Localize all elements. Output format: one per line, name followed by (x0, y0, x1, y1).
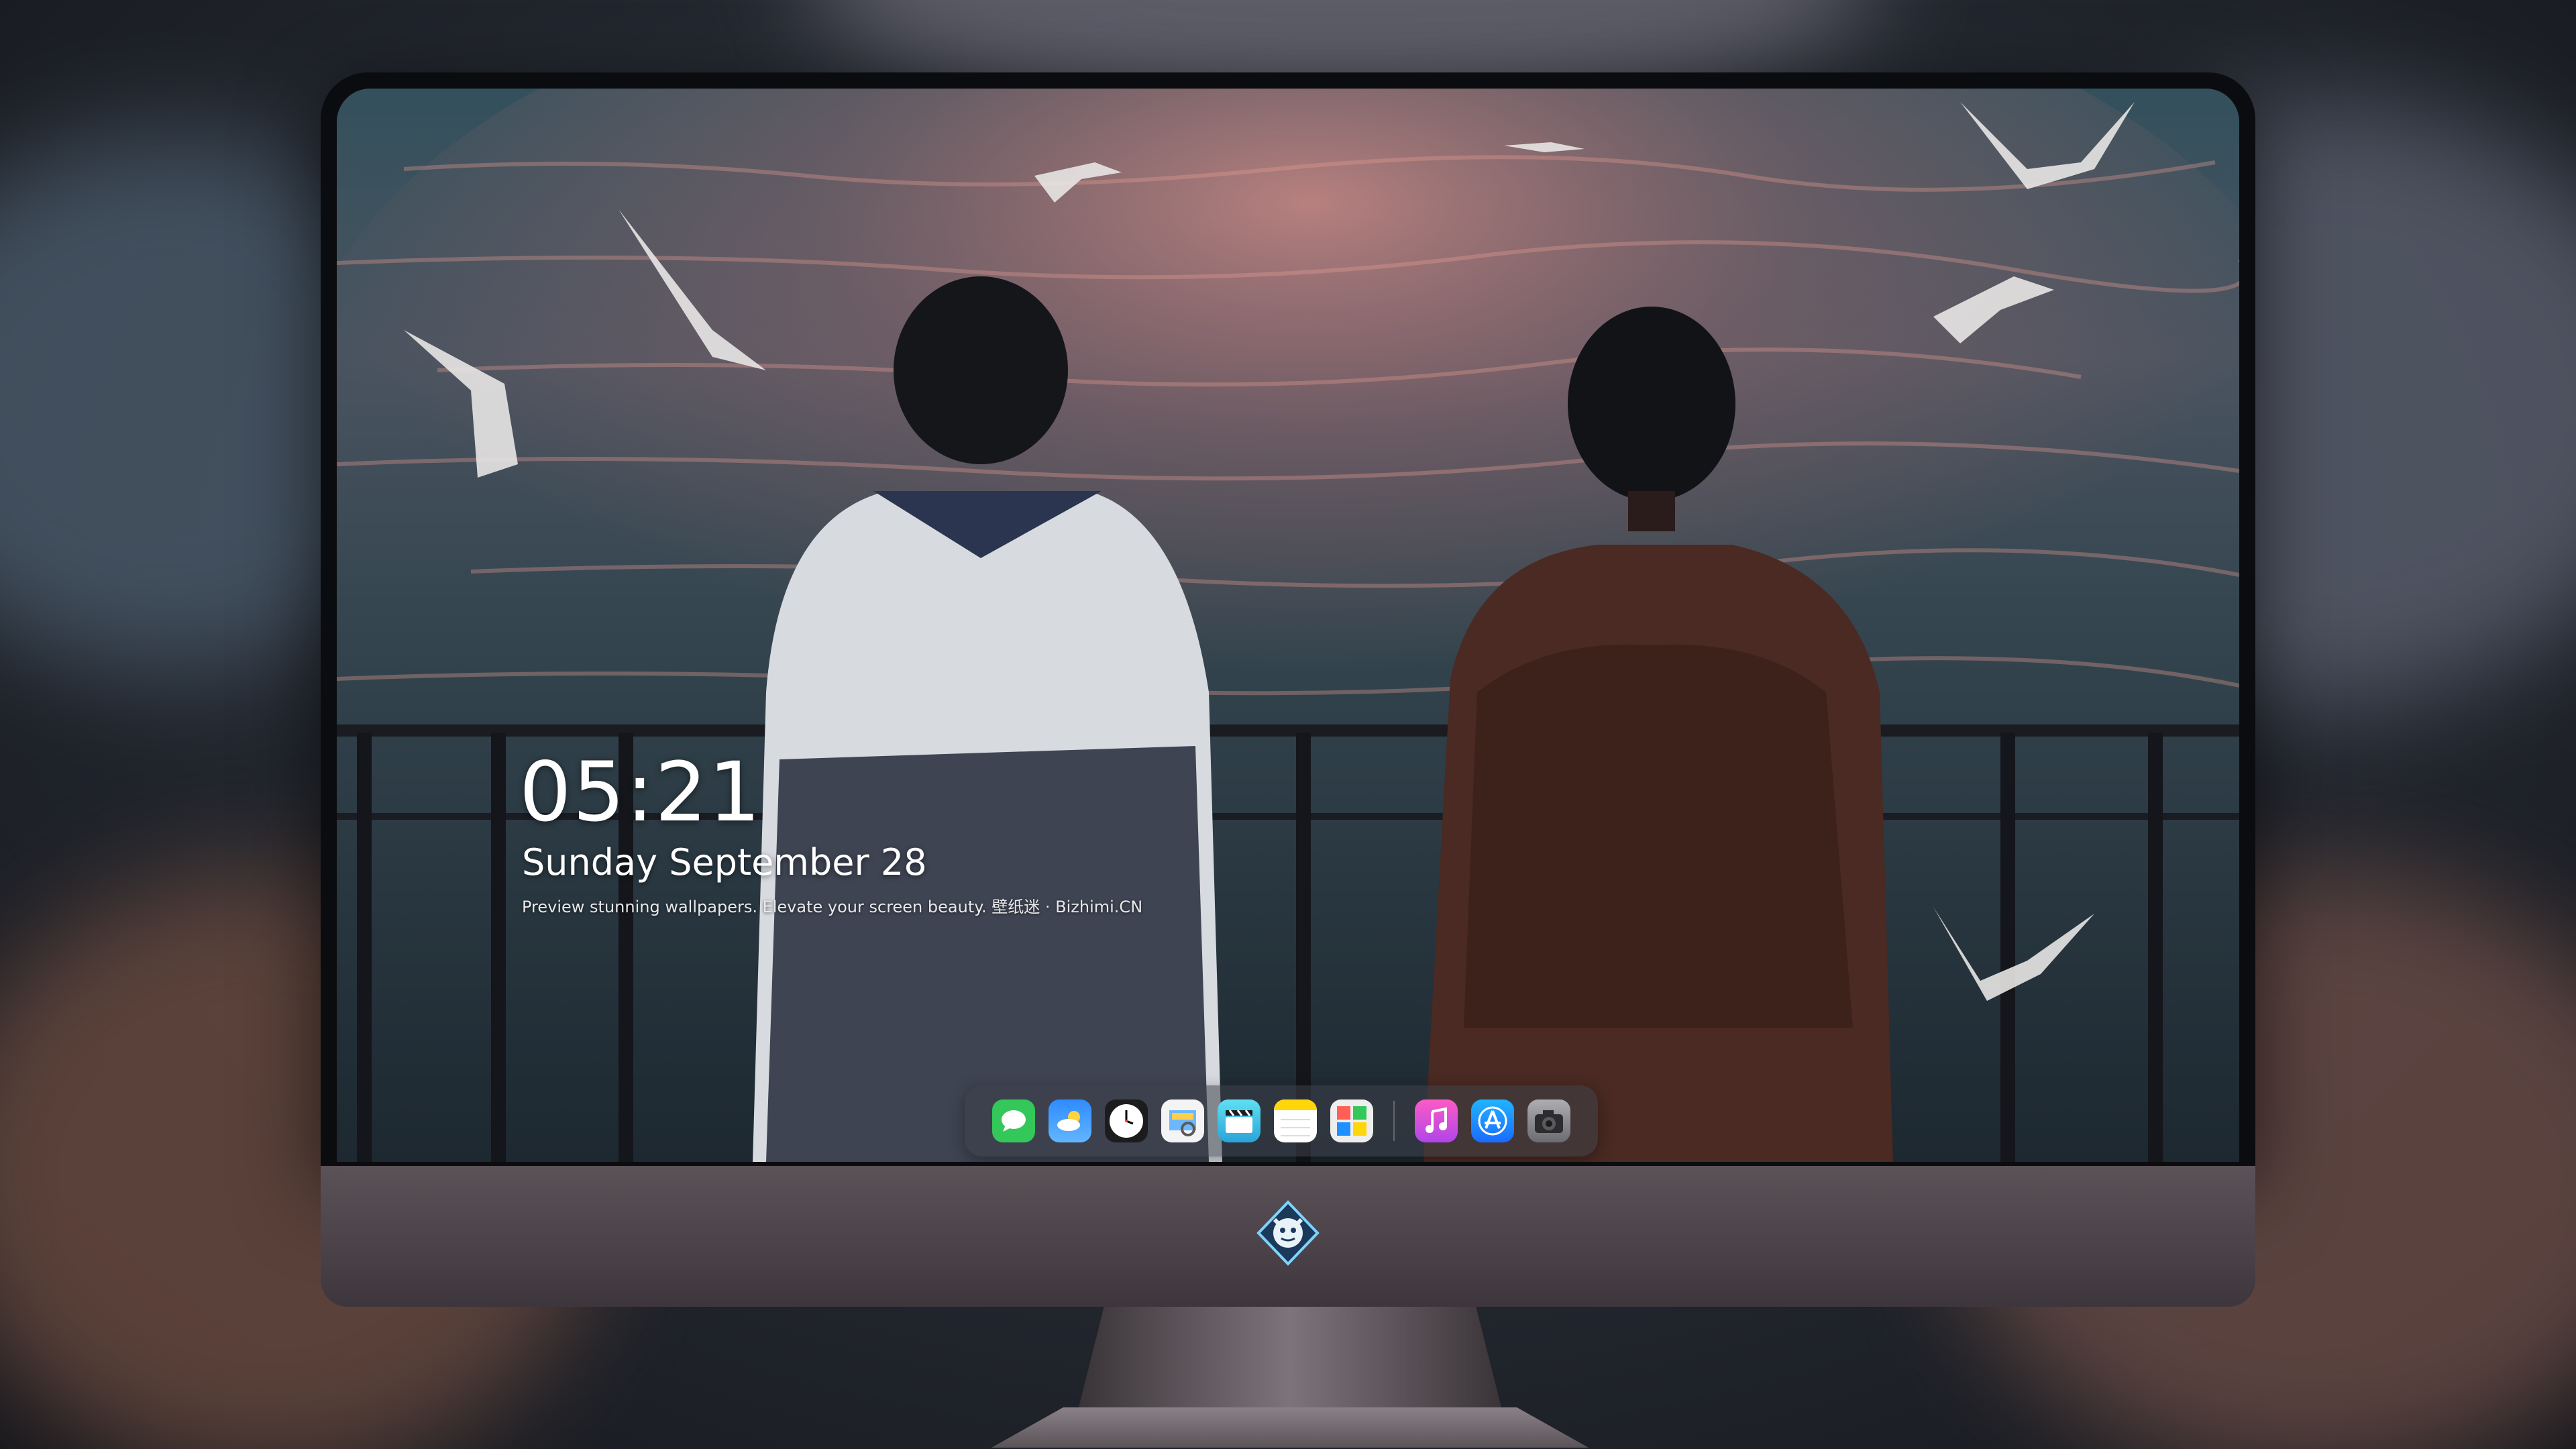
wallpaper-tagline: Preview stunning wallpapers. Elevate you… (522, 898, 1143, 916)
dock-separator (1393, 1101, 1395, 1141)
camera-icon[interactable] (1527, 1099, 1570, 1142)
lock-screen-date: Sunday September 28 (522, 841, 927, 883)
brand-mascot-icon (1256, 1200, 1320, 1266)
music-icon[interactable] (1415, 1099, 1458, 1142)
lock-screen-time: 05:21 (519, 745, 762, 840)
clips-icon[interactable] (1218, 1099, 1260, 1142)
monitor-chin (321, 1166, 2255, 1307)
clock-icon[interactable] (1105, 1099, 1148, 1142)
messages-icon[interactable] (992, 1099, 1035, 1142)
preview-icon[interactable] (1161, 1099, 1204, 1142)
monitor-bezel: 05:21 Sunday September 28 Preview stunni… (321, 72, 2255, 1166)
dock (965, 1085, 1598, 1157)
weather-icon[interactable] (1049, 1099, 1091, 1142)
app-store-icon[interactable] (1471, 1099, 1514, 1142)
monitor-stand-base (991, 1407, 1589, 1448)
wallpaper (337, 89, 2239, 1162)
notes-icon[interactable] (1274, 1099, 1317, 1142)
monitor: 05:21 Sunday September 28 Preview stunni… (321, 72, 2255, 1448)
photo-booth-icon[interactable] (1330, 1099, 1373, 1142)
monitor-stand-neck (1079, 1307, 1501, 1407)
desktop-screen[interactable]: 05:21 Sunday September 28 Preview stunni… (337, 89, 2239, 1162)
